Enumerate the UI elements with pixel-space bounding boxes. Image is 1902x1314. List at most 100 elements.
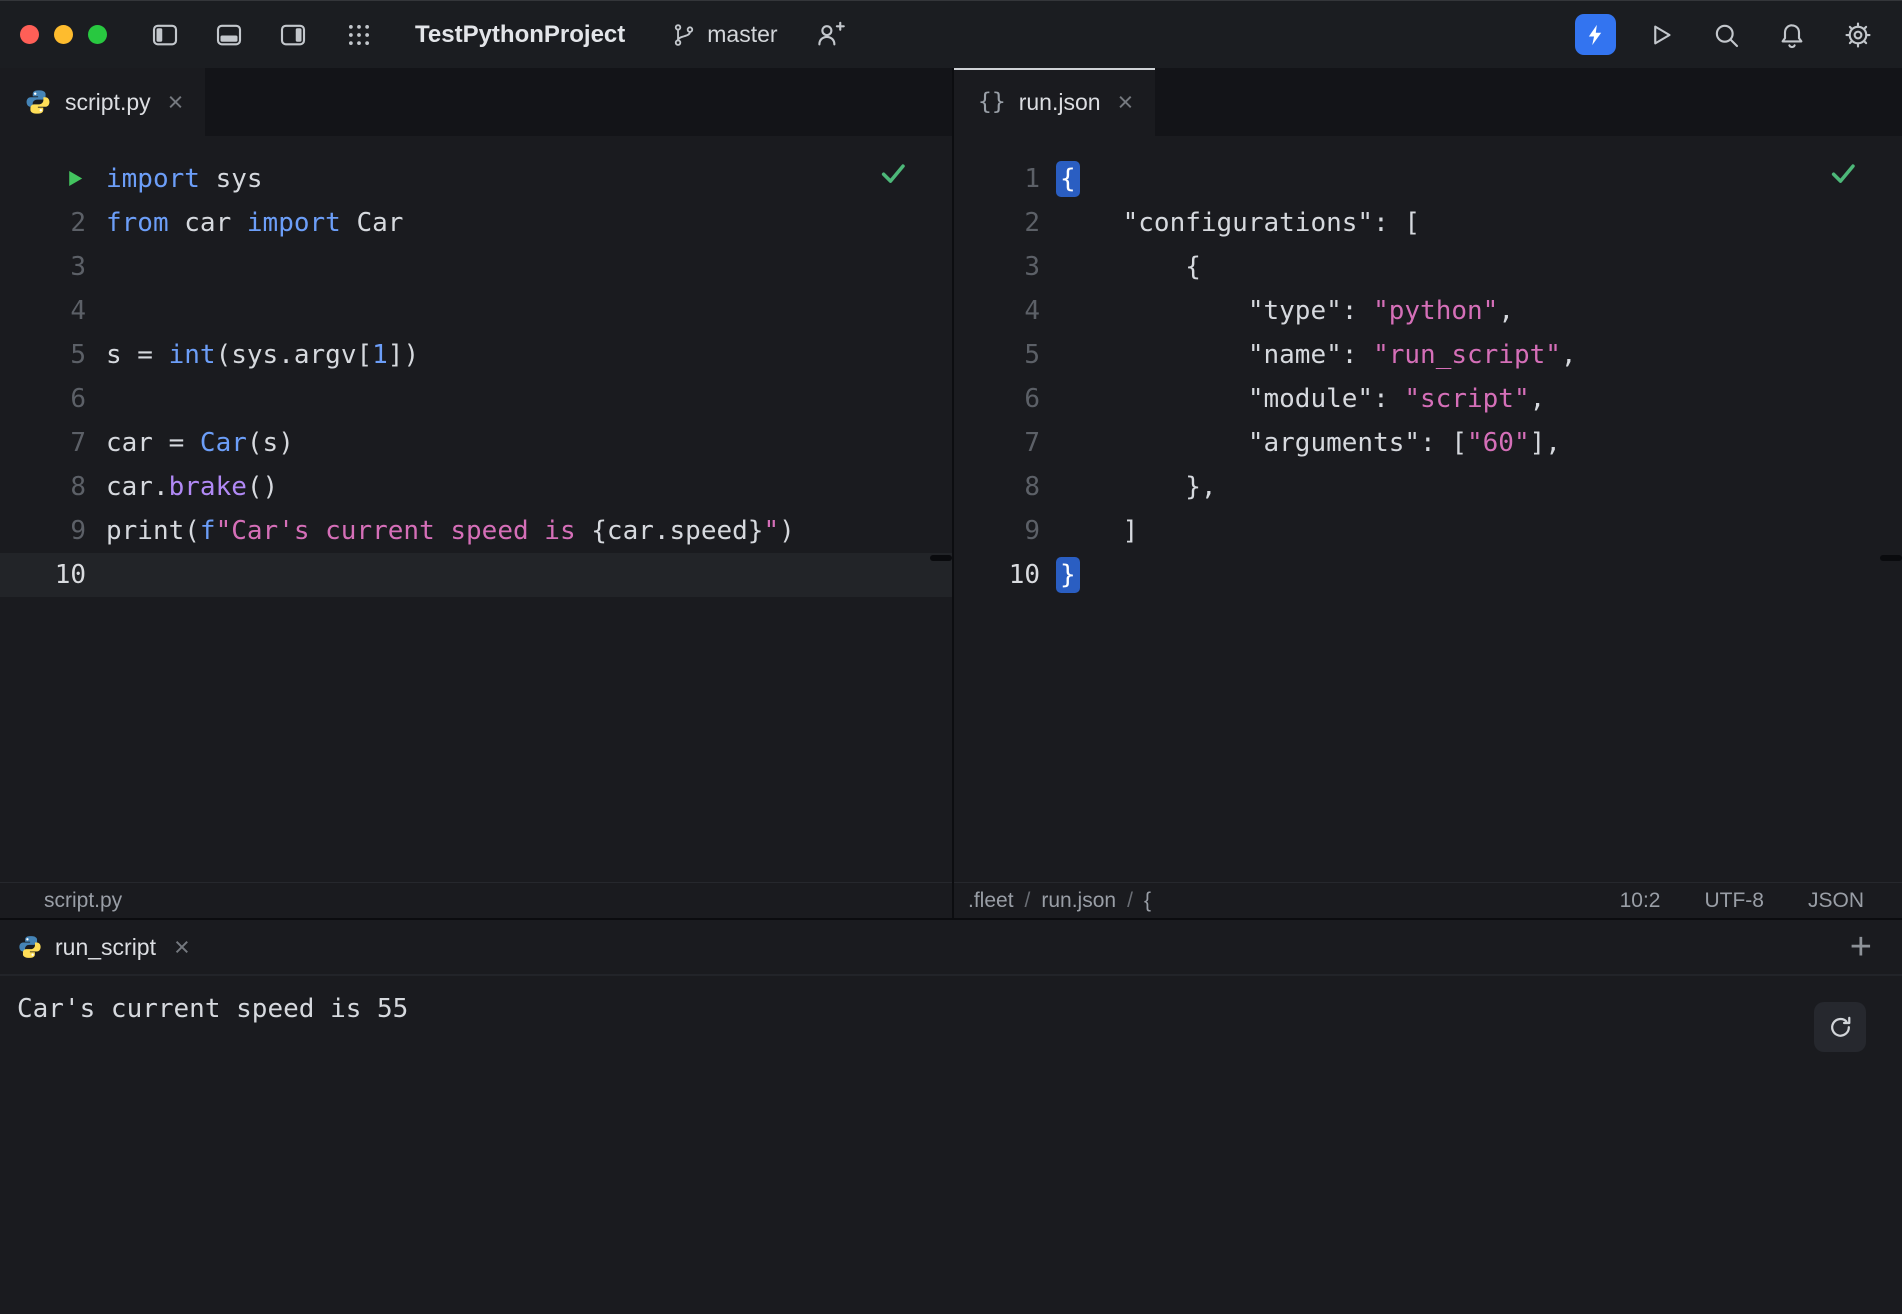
editor-run-json[interactable]: 1{2 "configurations": [3 {4 "type": "pyt… xyxy=(954,136,1902,882)
editor-script-py[interactable]: import sys2from car import Car345s = int… xyxy=(0,136,952,882)
git-branch-button[interactable]: master xyxy=(671,21,777,48)
settings-button[interactable] xyxy=(1836,13,1880,57)
breadcrumb-root[interactable]: .fleet xyxy=(968,889,1014,913)
close-tab-icon[interactable]: × xyxy=(174,934,190,961)
refresh-icon xyxy=(1827,1014,1854,1041)
inspections-ok-icon[interactable] xyxy=(1828,158,1858,188)
code-line[interactable]: 4 "type": "python", xyxy=(954,289,1902,333)
editor-split: script.py × import sys2from car import C… xyxy=(0,68,1902,918)
line-number: 10 xyxy=(0,553,86,597)
workspaces-menu-button[interactable] xyxy=(337,13,381,57)
code-line[interactable]: 7 "arguments": ["60"], xyxy=(954,421,1902,465)
tab-script-py[interactable]: script.py × xyxy=(0,68,205,136)
breadcrumb-file[interactable]: run.json xyxy=(1041,889,1116,913)
lightning-icon xyxy=(1583,22,1609,48)
fleet-window: TestPythonProject master xyxy=(0,0,1902,1314)
code-text: from car import Car xyxy=(86,201,403,245)
code-line[interactable]: 6 "module": "script", xyxy=(954,377,1902,421)
python-icon xyxy=(24,88,52,116)
scrollbar-stub[interactable] xyxy=(1880,555,1902,561)
code-line[interactable]: 3 { xyxy=(954,245,1902,289)
tab-run-script[interactable]: run_script × xyxy=(17,934,190,961)
code-text: "module": "script", xyxy=(1040,377,1545,421)
panel-bottom-icon xyxy=(214,20,244,50)
window-controls xyxy=(20,25,107,44)
code-line[interactable]: 10 xyxy=(0,553,952,597)
code-line[interactable]: 7car = Car(s) xyxy=(0,421,952,465)
project-title[interactable]: TestPythonProject xyxy=(415,21,625,49)
code-line[interactable]: import sys xyxy=(0,157,952,201)
code-text: "type": "python", xyxy=(1040,289,1514,333)
line-number: 8 xyxy=(954,465,1040,509)
code-line[interactable]: 8 }, xyxy=(954,465,1902,509)
file-encoding[interactable]: UTF-8 xyxy=(1704,889,1764,913)
statusbar-filename[interactable]: script.py xyxy=(44,889,122,913)
code-line[interactable]: 1{ xyxy=(954,157,1902,201)
line-number: 10 xyxy=(954,553,1040,597)
smart-mode-button[interactable] xyxy=(1575,14,1616,55)
line-number: 4 xyxy=(954,289,1040,333)
close-tab-icon[interactable]: × xyxy=(168,89,184,116)
close-tab-icon[interactable]: × xyxy=(1118,89,1134,116)
code-line[interactable]: 9print(f"Car's current speed is {car.spe… xyxy=(0,509,952,553)
breadcrumb-separator: / xyxy=(1025,889,1031,913)
code-line[interactable]: 6 xyxy=(0,377,952,421)
close-window-button[interactable] xyxy=(20,25,39,44)
panel-left-icon xyxy=(150,20,180,50)
code-area-run-json: 1{2 "configurations": [3 {4 "type": "pyt… xyxy=(954,136,1902,597)
code-line[interactable]: 2 "configurations": [ xyxy=(954,201,1902,245)
toggle-bottom-panel-button[interactable] xyxy=(207,13,251,57)
toggle-right-panel-button[interactable] xyxy=(271,13,315,57)
code-text: ] xyxy=(1040,509,1138,553)
code-text: "name": "run_script", xyxy=(1040,333,1577,377)
add-user-icon xyxy=(815,20,845,50)
run-gutter-icon[interactable] xyxy=(0,157,86,201)
tab-run-json[interactable]: {} run.json × xyxy=(954,68,1155,136)
code-text: car.brake() xyxy=(86,465,278,509)
breadcrumb-separator: / xyxy=(1127,889,1133,913)
code-line[interactable]: 5 "name": "run_script", xyxy=(954,333,1902,377)
rerun-button[interactable] xyxy=(1814,1002,1866,1052)
line-number: 3 xyxy=(0,245,86,289)
zoom-window-button[interactable] xyxy=(88,25,107,44)
code-text: } xyxy=(1040,553,1076,597)
editor-pane-left: script.py × import sys2from car import C… xyxy=(0,68,954,918)
code-line[interactable]: 8car.brake() xyxy=(0,465,952,509)
code-text xyxy=(86,289,106,333)
file-language[interactable]: JSON xyxy=(1808,889,1864,913)
run-output-line: Car's current speed is 55 xyxy=(17,989,1902,1029)
code-line[interactable]: 4 xyxy=(0,289,952,333)
tabstrip-left: script.py × xyxy=(0,68,952,136)
line-number: 5 xyxy=(954,333,1040,377)
line-number: 2 xyxy=(954,201,1040,245)
inspections-ok-icon[interactable] xyxy=(878,158,908,188)
code-line[interactable]: 5s = int(sys.argv[1]) xyxy=(0,333,952,377)
add-tab-button[interactable]: + xyxy=(1850,928,1872,966)
breadcrumb: .fleet / run.json / { xyxy=(968,889,1151,913)
run-output-area: Car's current speed is 55 xyxy=(0,976,1902,1314)
code-text xyxy=(86,245,106,289)
code-text: }, xyxy=(1040,465,1217,509)
caret-position[interactable]: 10:2 xyxy=(1620,889,1661,913)
line-number: 5 xyxy=(0,333,86,377)
line-number: 9 xyxy=(954,509,1040,553)
breadcrumb-node[interactable]: { xyxy=(1144,889,1151,913)
code-line[interactable]: 3 xyxy=(0,245,952,289)
git-branch-icon xyxy=(671,22,697,48)
panel-right-icon xyxy=(278,20,308,50)
minimize-window-button[interactable] xyxy=(54,25,73,44)
toggle-left-panel-button[interactable] xyxy=(143,13,187,57)
scrollbar-stub[interactable] xyxy=(930,555,952,561)
panel-toggles xyxy=(143,13,315,57)
collaborate-button[interactable] xyxy=(808,13,852,57)
run-button[interactable] xyxy=(1638,13,1682,57)
line-number: 8 xyxy=(0,465,86,509)
code-line[interactable]: 2from car import Car xyxy=(0,201,952,245)
code-line[interactable]: 9 ] xyxy=(954,509,1902,553)
code-line[interactable]: 10} xyxy=(954,553,1902,597)
notifications-button[interactable] xyxy=(1770,13,1814,57)
line-number: 6 xyxy=(0,377,86,421)
search-button[interactable] xyxy=(1704,13,1748,57)
code-area-script-py: import sys2from car import Car345s = int… xyxy=(0,136,952,597)
line-number: 7 xyxy=(0,421,86,465)
